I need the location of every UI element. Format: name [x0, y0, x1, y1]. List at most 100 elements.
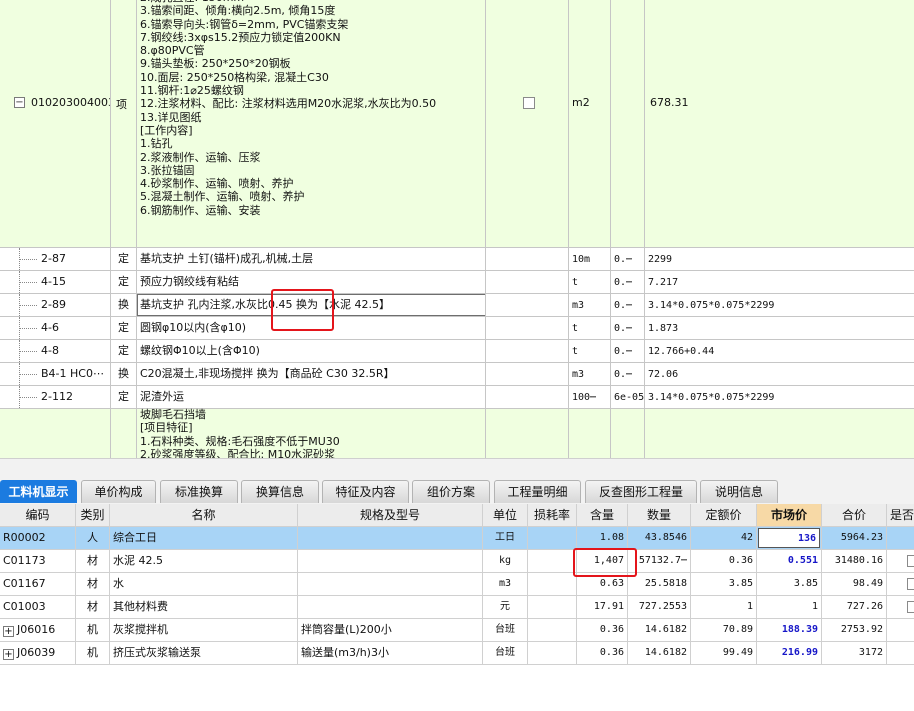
- resource-flag-checkbox[interactable]: [907, 578, 914, 590]
- sub-row-code-cell: 2-87: [0, 248, 111, 270]
- resource-row[interactable]: + J06016 机 灰浆搅拌机 拌筒容量(L)200小 台班 0.36 14.6182 70.…: [0, 619, 914, 642]
- resource-market-price[interactable]: 188.39: [757, 619, 822, 641]
- resource-fixed-price: 0.36: [691, 550, 757, 572]
- next-item-unit-cell: [569, 407, 611, 458]
- tab-unit-price[interactable]: 单价构成: [81, 480, 156, 503]
- resource-category: 材: [76, 550, 110, 572]
- tab-quantity-detail[interactable]: 工程量明细: [494, 480, 581, 503]
- sub-row-qs-cell: 0.⋯: [611, 363, 645, 385]
- collapse-icon[interactable]: −: [14, 97, 25, 108]
- sub-row-code-cell: 2-112: [0, 386, 111, 408]
- item-row[interactable]: − 010203004003 项 2.成孔直径: 150mm3.锚索间距、倾角:…: [0, 0, 914, 248]
- tree-branch: [19, 328, 37, 329]
- resource-name-text: 挤压式灰浆输送泵: [113, 646, 201, 659]
- resource-row[interactable]: C01167 材 水 m3 0.63 25.5818 3.85 3.85 98.49: [0, 573, 914, 596]
- resource-flag-cell: [887, 550, 914, 572]
- sub-row[interactable]: 4-6 定圆钢φ10以内(含φ10) t 0.⋯ 1.873: [0, 317, 914, 340]
- sub-row-code-cell: 4-8: [0, 340, 111, 362]
- resource-unit: 台班: [483, 619, 528, 641]
- sub-row-qs-cell: 0.⋯: [611, 294, 645, 316]
- sub-row-check-cell: [486, 271, 569, 293]
- sub-row-qs-cell: 0.⋯: [611, 248, 645, 270]
- resource-flag-checkbox[interactable]: [907, 601, 914, 613]
- resource-row[interactable]: R00002 人 综合工日 工日 1.08 43.8546 42 136 5964.23: [0, 527, 914, 550]
- col-quantity[interactable]: 数量: [628, 504, 691, 526]
- resource-market-price[interactable]: 216.99: [757, 642, 822, 664]
- resource-content: 17.91: [577, 596, 628, 618]
- description-line: 10.面层: 250*250格构梁, 混凝土C30: [140, 70, 329, 84]
- sub-row-type: 定: [111, 271, 137, 293]
- resource-spec: 输送量(m3/h)3小: [298, 642, 483, 664]
- resource-content-text: 1.08: [599, 532, 624, 543]
- sub-row[interactable]: 2-87 定基坑支护 土钉(锚杆)成孔,机械,土层 10m 0.⋯ 2299: [0, 248, 914, 271]
- sub-row-qty-cell: 72.06: [645, 363, 914, 385]
- resource-code-text: R00002: [3, 531, 46, 544]
- col-total[interactable]: 合价: [822, 504, 887, 526]
- col-unit[interactable]: 单位: [483, 504, 528, 526]
- resource-fixed-price-text: 42: [740, 532, 753, 543]
- col-spec[interactable]: 规格及型号: [298, 504, 483, 526]
- tab-conversion-info[interactable]: 换算信息: [241, 480, 319, 503]
- resource-qty: 14.6182: [628, 642, 691, 664]
- sub-row-check-cell: [486, 386, 569, 408]
- col-category[interactable]: 类别: [76, 504, 110, 526]
- sub-row-code: 4-8: [41, 344, 59, 357]
- next-item-qs-cell: [611, 407, 645, 458]
- expand-icon[interactable]: +: [3, 649, 14, 660]
- resource-row[interactable]: C01003 材 其他材料费 元 17.91 727.2553 1 1 727.26: [0, 596, 914, 619]
- resource-unit-text: 元: [500, 601, 510, 612]
- col-flag[interactable]: 是否: [887, 504, 914, 526]
- description-line: 6.钢筋制作、运输、安装: [140, 203, 261, 217]
- resource-total-text: 98.49: [852, 578, 883, 589]
- resource-spec: [298, 573, 483, 595]
- expand-icon[interactable]: +: [3, 626, 14, 637]
- resource-unit-text: 工日: [495, 532, 515, 543]
- item-checkbox[interactable]: [523, 97, 535, 109]
- sub-row[interactable]: 4-15 定预应力钢绞线有粘结 t 0.⋯ 7.217: [0, 271, 914, 294]
- resource-qty-text: 43.8546: [644, 532, 687, 543]
- sub-row-qty: 3.14*0.075*0.075*2299: [648, 300, 775, 311]
- sub-row-code-cell: 2-89: [0, 294, 111, 316]
- resource-market-price-text: 188.39: [781, 624, 818, 635]
- tab-pricing-plan[interactable]: 组价方案: [412, 480, 490, 503]
- col-content[interactable]: 含量: [577, 504, 628, 526]
- col-code[interactable]: 编码: [0, 504, 76, 526]
- resource-market-price[interactable]: 1: [757, 596, 822, 618]
- sub-row[interactable]: 2-89 换基坑支护 孔内注浆,水灰比0.45 换为【水泥 42.5】 m3 0.⋯ 3…: [0, 294, 914, 317]
- tab-features[interactable]: 特征及内容: [322, 480, 409, 503]
- sub-row-name-cell: 泥渣外运: [137, 386, 486, 408]
- tab-reverse-lookup[interactable]: 反查图形工程量: [585, 480, 697, 503]
- detail-tab-bar: 工料机显示 单价构成 标准换算 换算信息 特征及内容 组价方案 工程量明细 反查…: [0, 458, 914, 504]
- resource-total-text: 2753.92: [840, 624, 883, 635]
- col-loss[interactable]: 损耗率: [528, 504, 577, 526]
- resource-name: 水: [110, 573, 298, 595]
- col-market-price[interactable]: 市场价: [757, 504, 822, 526]
- sub-row-qty: 72.06: [648, 369, 679, 380]
- resource-loss: [528, 573, 577, 595]
- sub-row-name: 基坑支护 土钉(锚杆)成孔,机械,土层: [140, 252, 314, 265]
- sub-row-code-cell: 4-6: [0, 317, 111, 339]
- resource-total: 3172: [822, 642, 887, 664]
- sub-row[interactable]: 2-112 定泥渣外运 100⋯ 6e-05 3.14*0.075*0.075*2299: [0, 386, 914, 409]
- resource-row[interactable]: C01173 材水泥 42.5 kg 1,407 57132.7⋯ 0.36 0.551 31…: [0, 550, 914, 573]
- col-name[interactable]: 名称: [110, 504, 298, 526]
- sub-row-check-cell: [486, 363, 569, 385]
- tab-notes[interactable]: 说明信息: [700, 480, 778, 503]
- sub-row[interactable]: 4-8 定螺纹钢Φ10以上(含Φ10) t 0.⋯ 12.766+0.44: [0, 340, 914, 363]
- resource-market-price[interactable]: 136: [757, 527, 822, 549]
- resource-unit: 元: [483, 596, 528, 618]
- resource-market-price[interactable]: 0.551: [757, 550, 822, 572]
- market-price-editor[interactable]: 136: [758, 528, 820, 548]
- sub-row[interactable]: B4-1 HC0⋯ 换 C20混凝土,非现场搅拌 换为【商品砼 C30 32.5R】…: [0, 363, 914, 386]
- resource-flag-checkbox[interactable]: [907, 555, 914, 567]
- tab-labor-material-machine[interactable]: 工料机显示: [0, 480, 77, 503]
- sub-row-qs: 0.⋯: [614, 369, 633, 380]
- tab-standard-conversion[interactable]: 标准换算: [160, 480, 238, 503]
- col-fixed-price[interactable]: 定额价: [691, 504, 757, 526]
- resource-row[interactable]: + J06039 机 挤压式灰浆输送泵 输送量(m3/h)3小 台班 0.36 14.6182…: [0, 642, 914, 665]
- next-item-description: 坡脚毛石挡墙 [项目特征] 1.石料种类、规格:毛石强度不低于MU30 2.砂浆强度等…: [137, 407, 486, 458]
- resource-market-price[interactable]: 3.85: [757, 573, 822, 595]
- sub-row-qty-cell: 2299: [645, 248, 914, 270]
- next-item-row[interactable]: 坡脚毛石挡墙 [项目特征] 1.石料种类、规格:毛石强度不低于MU30 2.砂浆强度等…: [0, 407, 914, 458]
- sub-row-code: B4-1 HC0⋯: [41, 367, 104, 380]
